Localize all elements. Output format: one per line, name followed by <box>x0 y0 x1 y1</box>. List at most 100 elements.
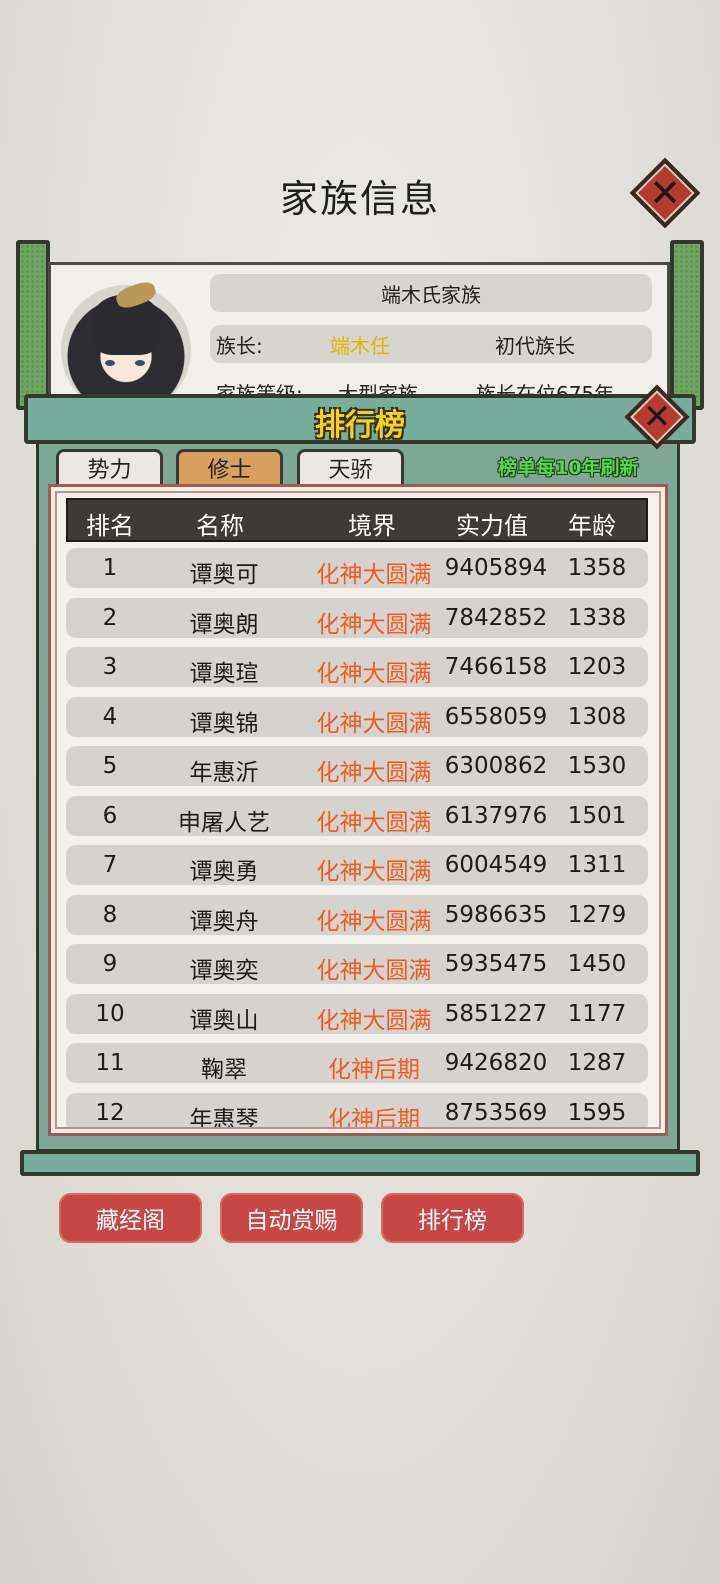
ranking-title: 排行榜 <box>315 408 405 443</box>
avatar-eye <box>135 360 145 366</box>
table-row[interactable]: 2 谭奥朗 化神大圆满 7842852 1338 <box>66 597 648 638</box>
row-power: 7466158 <box>444 654 548 680</box>
row-realm: 化神大圆满 <box>316 710 432 737</box>
row-name: 谭奥山 <box>189 1007 259 1034</box>
table-row[interactable]: 7 谭奥勇 化神大圆满 6004549 1311 <box>66 845 648 885</box>
row-power: 6004549 <box>444 852 548 878</box>
row-age: 1311 <box>567 852 627 878</box>
row-name: 谭奥瑄 <box>189 661 259 687</box>
table-row[interactable]: 11 鞠翠 化神后期 9426820 1287 <box>66 1043 648 1083</box>
row-age: 1530 <box>567 753 627 779</box>
ranking-list[interactable]: 1 谭奥可 化神大圆满 9405894 1358 2 谭奥朗 化神大圆满 7842852 1338… <box>54 545 662 1127</box>
tenure-text: 族长在位675年 <box>476 382 615 394</box>
leader-row: 族长: 端木任 初代族长 <box>210 325 652 363</box>
level-label: 家族等级: <box>216 382 303 394</box>
table-row[interactable]: 5 年惠沂 化神大圆满 6300862 1530 <box>66 746 648 786</box>
row-age: 1308 <box>567 703 627 730</box>
table-row[interactable]: 9 谭奥奕 化神大圆满 5935475 1450 <box>66 944 648 984</box>
column-realm: 境界 <box>348 512 396 540</box>
row-rank: 5 <box>102 753 118 779</box>
row-age: 1287 <box>567 1050 627 1076</box>
scroll-rod-bottom <box>20 1150 700 1176</box>
column-age: 年龄 <box>568 512 616 540</box>
avatar-eye <box>105 360 115 366</box>
row-power: 6300862 <box>444 753 548 779</box>
close-icon: ✕ <box>642 397 672 437</box>
row-name: 年惠沂 <box>189 760 259 786</box>
table-row[interactable]: 6 申屠人艺 化神大圆满 6137976 1501 <box>66 795 648 836</box>
avatar[interactable] <box>61 278 191 399</box>
row-rank: 2 <box>102 604 118 631</box>
auto-reward-button[interactable]: 自动赏赐 <box>220 1193 363 1243</box>
row-realm: 化神后期 <box>328 1057 420 1083</box>
row-power: 5986635 <box>444 901 548 928</box>
row-realm: 化神大圆满 <box>316 958 432 984</box>
close-icon: ✕ <box>649 171 681 215</box>
row-age: 1203 <box>567 654 627 680</box>
tab-faction[interactable]: 势力 <box>56 449 163 487</box>
row-rank: 3 <box>102 654 118 680</box>
row-name: 谭奥朗 <box>189 611 259 638</box>
level-value: 大型家族 <box>338 382 418 394</box>
row-rank: 11 <box>95 1050 125 1076</box>
row-age: 1501 <box>567 802 627 829</box>
row-name: 谭奥可 <box>189 562 259 588</box>
row-realm: 化神大圆满 <box>316 908 432 935</box>
row-realm: 化神大圆满 <box>316 661 432 687</box>
row-power: 6558059 <box>444 703 548 730</box>
family-name-row: 端木氏家族 <box>210 274 652 312</box>
row-name: 申屠人艺 <box>178 809 270 836</box>
row-age: 1338 <box>567 604 627 631</box>
family-name: 端木氏家族 <box>381 282 481 307</box>
tab-prodigy[interactable]: 天骄 <box>297 449 404 487</box>
table-row[interactable]: 3 谭奥瑄 化神大圆满 7466158 1203 <box>66 647 648 687</box>
row-name: 谭奥奕 <box>189 958 259 984</box>
row-power: 7842852 <box>444 604 548 631</box>
row-rank: 1 <box>102 555 118 581</box>
refresh-note: 榜单每10年刷新 <box>498 457 639 479</box>
row-name: 谭奥舟 <box>189 908 259 935</box>
row-realm: 化神大圆满 <box>316 562 432 588</box>
row-name: 谭奥勇 <box>189 859 259 885</box>
row-power: 5851227 <box>444 1000 548 1027</box>
row-power: 9426820 <box>444 1050 548 1076</box>
scroll-rod-right <box>670 240 704 410</box>
row-age: 1595 <box>567 1099 627 1126</box>
column-power: 实力值 <box>456 512 528 540</box>
row-realm: 化神大圆满 <box>316 1007 432 1034</box>
table-row[interactable]: 1 谭奥可 化神大圆满 9405894 1358 <box>66 548 648 588</box>
row-age: 1358 <box>567 555 627 581</box>
scroll-rod-left <box>16 240 50 410</box>
row-rank: 4 <box>102 703 118 730</box>
row-realm: 化神大圆满 <box>316 859 432 885</box>
row-realm: 化神大圆满 <box>316 611 432 638</box>
tab-cultivator[interactable]: 修士 <box>176 449 283 487</box>
column-rank: 排名 <box>86 512 134 540</box>
row-rank: 6 <box>102 802 118 829</box>
row-rank: 10 <box>95 1000 125 1027</box>
table-row[interactable]: 8 谭奥舟 化神大圆满 5986635 1279 <box>66 894 648 935</box>
row-age: 1177 <box>567 1000 627 1027</box>
leader-name[interactable]: 端木任 <box>330 330 390 359</box>
row-realm: 化神大圆满 <box>316 760 432 786</box>
leader-title: 初代族长 <box>495 333 575 358</box>
ranking-column-header: 排名 名称 境界 实力值 年龄 <box>66 498 648 542</box>
table-row[interactable]: 4 谭奥锦 化神大圆满 6558059 1308 <box>66 696 648 737</box>
table-row[interactable]: 10 谭奥山 化神大圆满 5851227 1177 <box>66 993 648 1034</box>
column-name: 名称 <box>196 512 244 540</box>
page-title: 家族信息 <box>279 177 440 221</box>
leaderboard-button[interactable]: 排行榜 <box>381 1193 524 1243</box>
row-rank: 12 <box>95 1099 125 1126</box>
table-row[interactable]: 12 年惠琴 化神后期 8753569 1595 <box>66 1092 648 1128</box>
row-name: 鞠翠 <box>201 1057 247 1083</box>
row-realm: 化神后期 <box>328 1106 420 1128</box>
row-power: 5935475 <box>444 951 548 977</box>
row-name: 谭奥锦 <box>189 710 259 737</box>
row-age: 1450 <box>567 951 627 977</box>
leader-label: 族长: <box>216 333 263 358</box>
library-button[interactable]: 藏经阁 <box>59 1193 202 1243</box>
row-realm: 化神大圆满 <box>316 809 432 836</box>
row-name: 年惠琴 <box>189 1106 259 1128</box>
row-age: 1279 <box>567 901 627 928</box>
level-row: 家族等级: 大型家族 族长在位675年 <box>210 374 652 394</box>
